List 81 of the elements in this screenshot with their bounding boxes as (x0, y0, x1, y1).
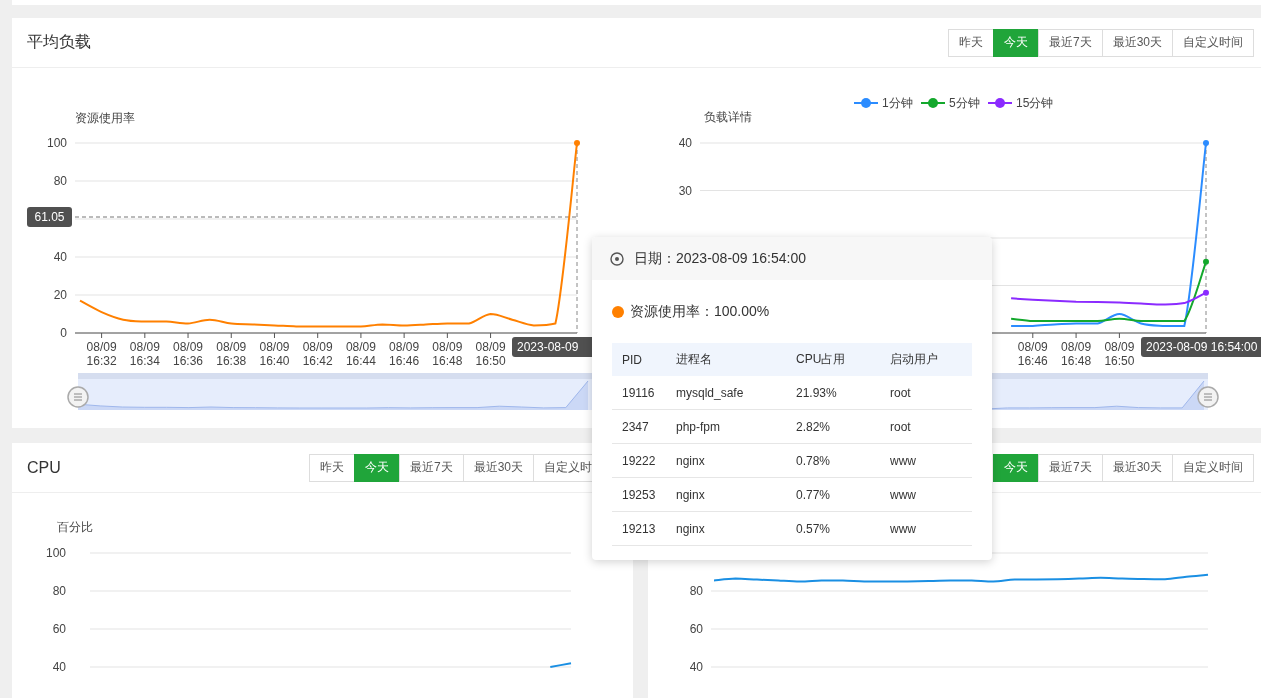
tick-label: 08/09 16:34 (129, 340, 160, 368)
tick-label: 08/09 16:50 (1104, 340, 1135, 368)
legend-marker-icon[interactable] (987, 98, 1013, 108)
column-header: CPU占用 (795, 351, 847, 368)
tick-label: 40 (689, 660, 703, 674)
pointer-label: 61.05 (27, 207, 72, 227)
series-value: 资源使用率：100.00% (630, 302, 770, 321)
table-cell-text: 2347 (621, 419, 650, 434)
tick-label: 60 (52, 622, 66, 636)
table-cell-text: mysqld_safe (675, 385, 745, 400)
legend-marker-icon[interactable] (920, 98, 946, 108)
tooltip-date: 日期：2023-08-09 16:54:00 (634, 249, 806, 268)
table-cell-text: nginx (675, 521, 706, 536)
axis-title: 负载详情 (704, 110, 752, 124)
tick-label: 30 (678, 183, 692, 198)
table-cell-text: nginx (675, 453, 706, 468)
table-cell-text: root (889, 385, 912, 400)
tick-label: 40 (53, 250, 67, 264)
table-cell-text: www (889, 453, 917, 468)
table-cell-text: 19253 (621, 487, 657, 502)
range-tab[interactable]: 最近30天 (1101, 28, 1173, 57)
tick-label: 08/09 16:46 (389, 340, 420, 368)
legend-marker-icon[interactable] (853, 98, 879, 108)
tick-label: 08/09 16:38 (216, 340, 247, 368)
table-cell-text: www (889, 521, 917, 536)
range-tab[interactable]: 自定义时间 (1172, 453, 1254, 482)
tick-label: 80 (52, 584, 66, 598)
tick-label: 08/09 16:36 (173, 340, 204, 368)
table-cell-text: 0.78% (795, 453, 832, 468)
tick-label: 08/09 16:46 (1017, 340, 1048, 368)
tick-label: 08/09 16:42 (302, 340, 333, 368)
axis-title: 资源使用率 (75, 111, 135, 125)
range-tab[interactable]: 最近7天 (1037, 28, 1103, 57)
range-tab[interactable]: 自定义时间 (1172, 28, 1254, 57)
table-cell-text: 0.77% (795, 487, 832, 502)
legend-label[interactable]: 5分钟 (949, 96, 980, 110)
tick-label: 20 (53, 288, 67, 302)
tick-label: 80 (689, 584, 703, 598)
column-header: PID (621, 352, 643, 367)
range-slider[interactable] (77, 373, 592, 410)
table-cell-text: 19213 (621, 521, 657, 536)
range-tab[interactable]: 最近7天 (398, 453, 464, 482)
tick-label: 60 (689, 622, 703, 636)
legend-label[interactable]: 1分钟 (882, 96, 913, 110)
range-tab[interactable]: 最近30天 (462, 453, 534, 482)
table-cell-text: 19116 (621, 385, 656, 400)
tick-label: 08/09 16:48 (1061, 340, 1092, 368)
tick-label: 08/09 16:48 (432, 340, 463, 368)
axis-title: 百分比 (57, 520, 93, 534)
tick-label: 08/09 16:50 (475, 340, 506, 368)
slider-handle-icon[interactable] (67, 386, 89, 408)
column-header: 进程名 (675, 351, 713, 368)
table-cell-text: root (889, 419, 912, 434)
table-cell-text: 21.93% (795, 385, 838, 400)
tick-label: 100 (45, 546, 66, 560)
ref-line-label: 61.05 (34, 210, 65, 225)
tick-label: 80 (53, 174, 67, 188)
tick-label: 40 (678, 136, 692, 150)
tick-label: 100 (46, 136, 67, 150)
range-tab[interactable]: 昨天 (308, 453, 355, 482)
table-cell-text: 2.82% (795, 419, 832, 434)
range-tab[interactable]: 昨天 (947, 28, 994, 57)
tick-label: 08/09 16:32 (86, 340, 117, 368)
table-cell-text: 19222 (621, 453, 657, 468)
table-cell-text: php-fpm (675, 419, 722, 434)
range-tab[interactable]: 最近30天 (1101, 453, 1173, 482)
tick-label: 08/09 16:44 (345, 340, 376, 368)
tick-label: 40 (52, 660, 66, 674)
panel-title: CPU (27, 458, 61, 477)
tick-label: 0 (60, 326, 67, 340)
legend-label[interactable]: 15分钟 (1016, 96, 1054, 110)
column-header: 启动用户 (889, 351, 939, 368)
slider-handle-icon[interactable] (1197, 386, 1219, 408)
table-cell-text: 0.57% (795, 521, 832, 536)
table-cell-text: www (889, 487, 917, 502)
target-icon (610, 251, 624, 266)
table-cell-text: nginx (675, 487, 706, 502)
pointer-label: 2023-08-09 16:54:00 (1141, 337, 1261, 357)
tick-label: 08/09 16:40 (259, 340, 290, 368)
panel-title: 平均负载 (27, 32, 91, 52)
range-tab[interactable]: 最近7天 (1037, 453, 1103, 482)
